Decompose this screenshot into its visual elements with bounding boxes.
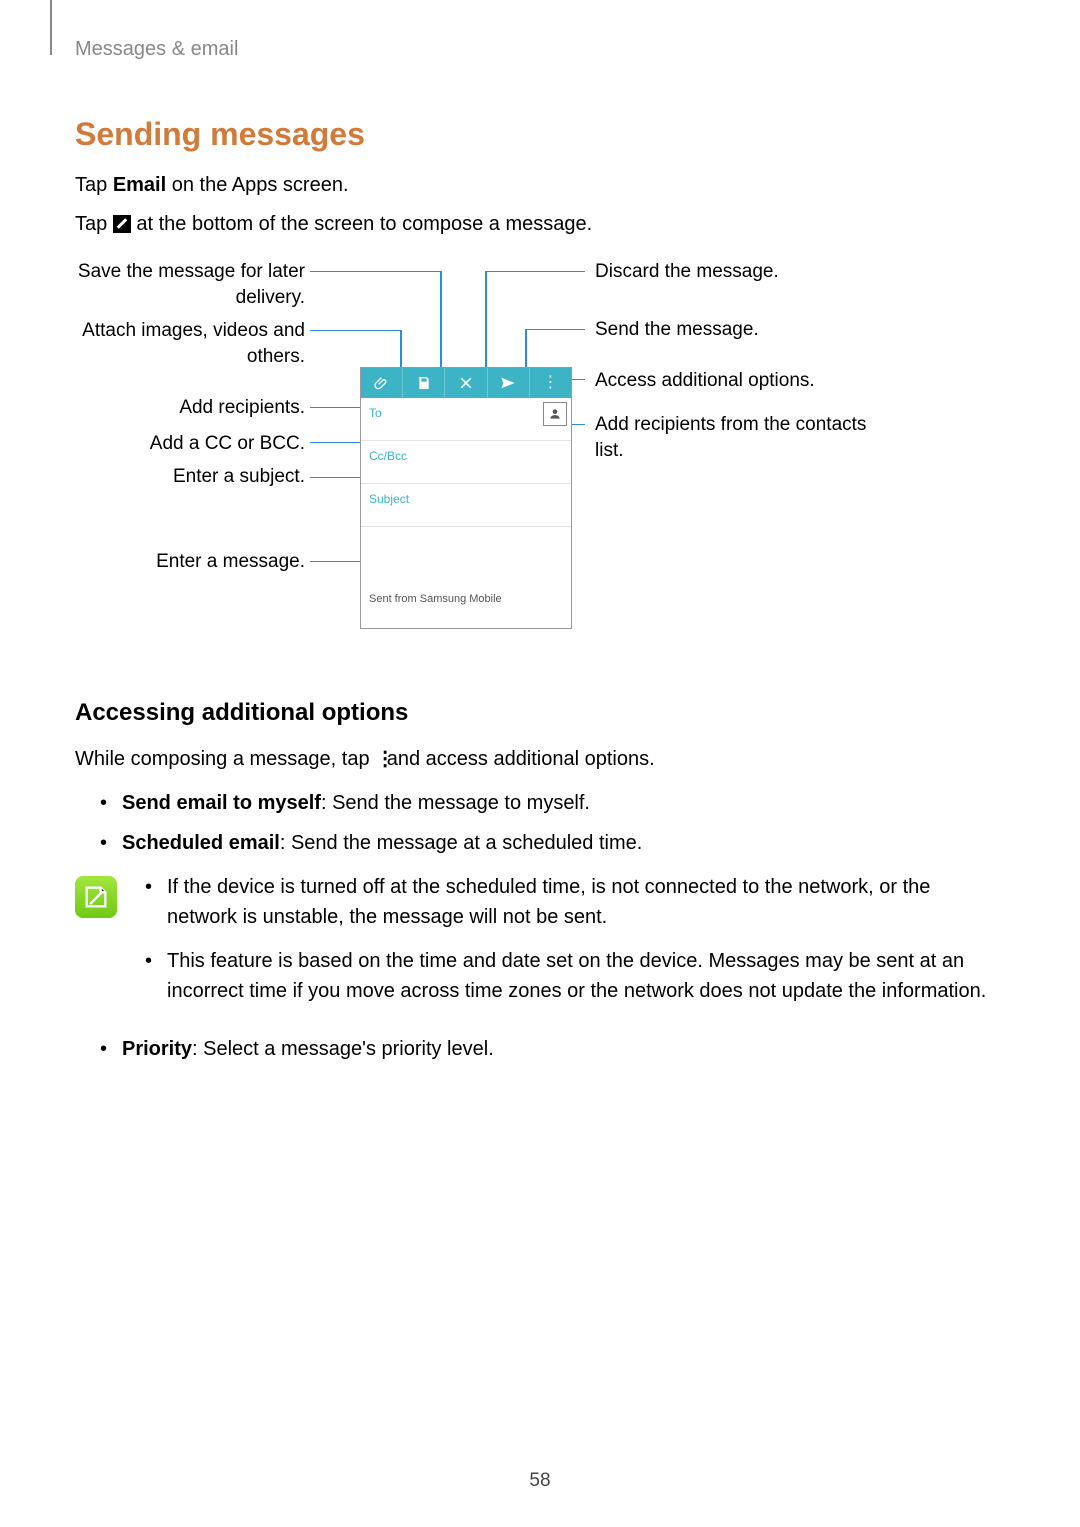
more-options-button[interactable]: ⋮ [530, 368, 571, 398]
option-desc: : Select a message's priority level. [192, 1038, 494, 1060]
list-item: This feature is based on the time and da… [145, 946, 1005, 1006]
text: Tap [75, 213, 113, 235]
message-body-field[interactable]: Sent from Samsung Mobile [361, 527, 571, 671]
compose-diagram: Save the message for later delivery. Att… [75, 259, 1005, 659]
page-number: 58 [0, 1470, 1080, 1492]
callout-send: Send the message. [595, 317, 759, 343]
attach-button[interactable] [361, 368, 403, 398]
list-item: Priority: Select a message's priority le… [100, 1034, 1005, 1064]
save-icon [416, 375, 432, 391]
subject-field[interactable]: Subject [361, 484, 571, 527]
header-rule [50, 0, 52, 55]
field-label: To [369, 406, 382, 420]
list-item: Scheduled email: Send the message at a s… [100, 828, 1005, 858]
note-list: If the device is turned off at the sched… [145, 872, 1005, 1020]
more-icon: ⋮ [542, 375, 558, 391]
callout-recipients: Add recipients. [75, 395, 305, 421]
callout-message: Enter a message. [75, 549, 305, 575]
callout-discard: Discard the message. [595, 259, 779, 285]
contact-icon [548, 407, 562, 421]
ccbcc-field[interactable]: Cc/Bcc [361, 441, 571, 484]
list-item: If the device is turned off at the sched… [145, 872, 1005, 932]
section-title: Sending messages [75, 116, 1005, 153]
subsection-intro: While composing a message, tap and acces… [75, 745, 1005, 774]
list-item: Send email to myself: Send the message t… [100, 788, 1005, 818]
body-signature: Sent from Samsung Mobile [369, 593, 502, 605]
subsection-title: Accessing additional options [75, 699, 1005, 727]
send-button[interactable] [488, 368, 530, 398]
text: While composing a message, tap [75, 748, 375, 770]
to-field[interactable]: To [361, 398, 571, 441]
text: on the Apps screen. [166, 174, 348, 196]
add-contact-button[interactable] [543, 402, 567, 426]
callout-options: Access additional options. [595, 368, 815, 394]
note-icon [75, 876, 117, 918]
field-label: Subject [369, 492, 409, 506]
paperclip-icon [374, 375, 390, 391]
more-icon [375, 750, 381, 768]
discard-button[interactable] [445, 368, 487, 398]
options-list-2: Priority: Select a message's priority le… [75, 1034, 1005, 1064]
text: and access additional options. [381, 748, 655, 770]
callout-attach: Attach images, videos and others. [75, 318, 305, 369]
text-bold: Email [113, 174, 166, 196]
callout-contacts: Add recipients from the contacts list. [595, 412, 875, 463]
send-icon [500, 375, 516, 391]
text: at the bottom of the screen to compose a… [131, 213, 592, 235]
close-icon [458, 375, 474, 391]
compose-icon [113, 215, 131, 233]
option-desc: : Send the message to myself. [321, 792, 590, 814]
callout-save: Save the message for later delivery. [75, 259, 305, 310]
text: Tap [75, 174, 113, 196]
intro-line-2: Tap at the bottom of the screen to compo… [75, 210, 1005, 239]
save-draft-button[interactable] [403, 368, 445, 398]
option-name: Scheduled email [122, 832, 280, 854]
note-block: If the device is turned off at the sched… [75, 872, 1005, 1020]
intro-line-1: Tap Email on the Apps screen. [75, 171, 1005, 200]
callout-subject: Enter a subject. [75, 464, 305, 490]
compose-panel: ⋮ To Cc/Bcc Subject Sent from Samsung Mo… [360, 367, 572, 629]
option-desc: : Send the message at a scheduled time. [280, 832, 642, 854]
field-label: Cc/Bcc [369, 449, 407, 463]
option-name: Priority [122, 1038, 192, 1060]
breadcrumb: Messages & email [75, 38, 1005, 61]
callout-ccbcc: Add a CC or BCC. [75, 431, 305, 457]
option-name: Send email to myself [122, 792, 321, 814]
compose-toolbar: ⋮ [361, 368, 571, 398]
options-list: Send email to myself: Send the message t… [75, 788, 1005, 858]
